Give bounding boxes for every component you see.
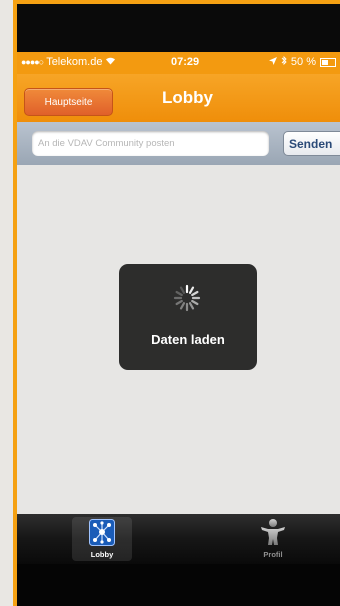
status-right: 50 % [268, 55, 336, 68]
carrier-info: ●●●●○ Telekom.de [21, 56, 116, 68]
tab-lobby[interactable]: Lobby [72, 517, 132, 561]
send-button[interactable]: Senden [283, 131, 340, 156]
status-time: 07:29 [171, 56, 200, 68]
bottom-bezel [17, 564, 340, 606]
signal-dots-icon: ●●●●○ [21, 57, 44, 67]
navigation-bar: Hauptseite Lobby [17, 74, 340, 122]
tab-profil-label: Profil [263, 550, 283, 559]
community-post-input[interactable]: An die VDAV Community posten [32, 131, 269, 156]
lobby-network-icon [89, 519, 115, 546]
content-area: Daten laden [17, 165, 340, 514]
person-icon [261, 519, 285, 545]
battery-icon [320, 57, 336, 67]
battery-percent: 50 % [290, 56, 316, 68]
loading-label: Daten laden [151, 332, 225, 347]
page-title: Lobby [162, 88, 213, 107]
wifi-icon [105, 56, 116, 68]
tab-bar: Lobby Profil [17, 514, 340, 564]
bluetooth-icon [281, 55, 287, 68]
loading-indicator: Daten laden [119, 264, 257, 370]
phone-screen: ●●●●○ Telekom.de 07:29 50 % Hauptseite L… [17, 4, 340, 606]
spinner-icon [173, 284, 201, 312]
status-bar: ●●●●○ Telekom.de 07:29 50 % [17, 52, 340, 74]
tab-profil[interactable]: Profil [243, 517, 303, 561]
post-bar: An die VDAV Community posten Senden [17, 122, 340, 165]
carrier-name: Telekom.de [46, 56, 103, 68]
tab-lobby-label: Lobby [90, 550, 114, 559]
location-arrow-icon [268, 56, 277, 68]
